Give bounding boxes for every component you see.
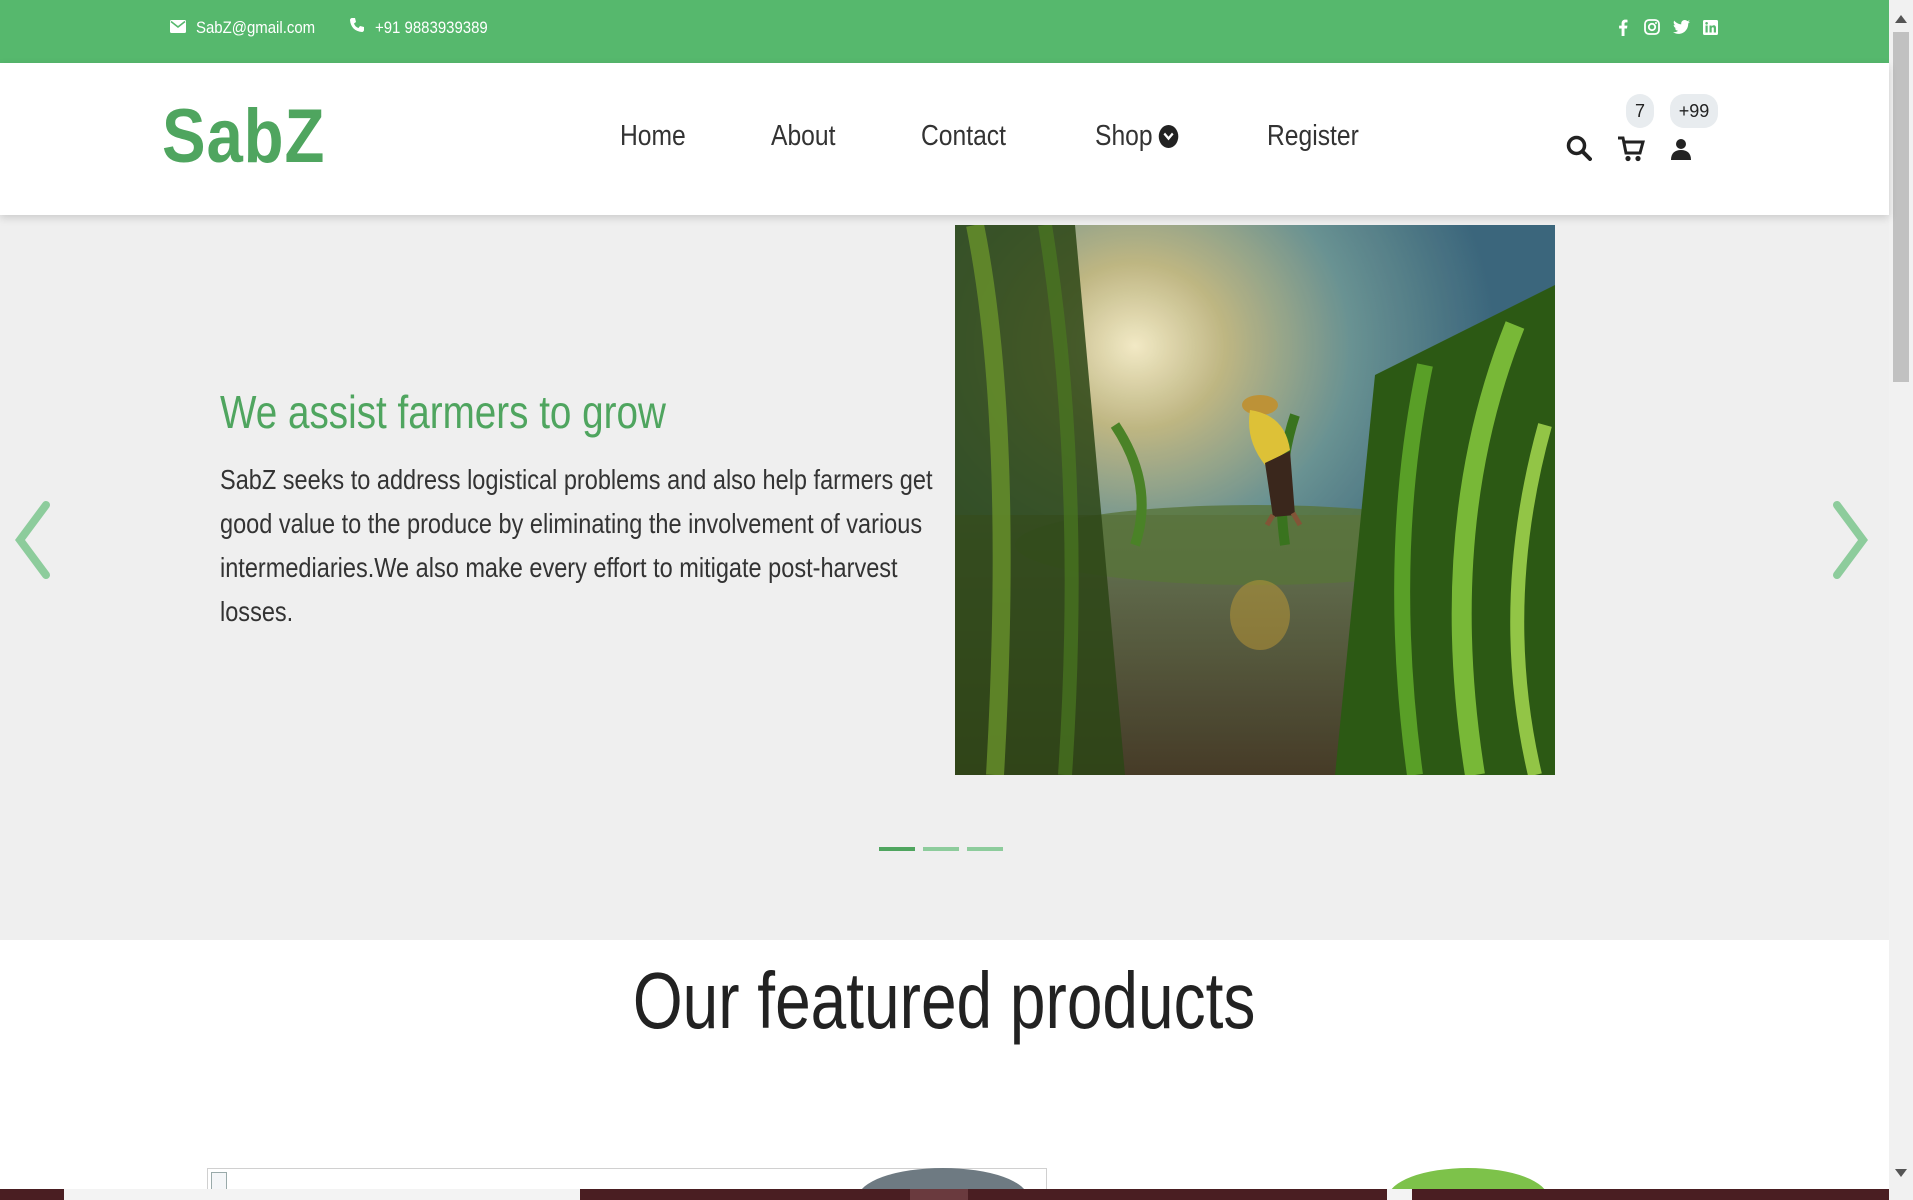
strip-segment — [64, 1189, 580, 1200]
nav-register-label: Register — [1266, 120, 1359, 152]
instagram-icon[interactable] — [1643, 18, 1661, 36]
carousel-prev-arrow[interactable] — [8, 495, 58, 585]
nav-shop[interactable]: Shop — [1095, 120, 1179, 153]
cart-icon[interactable] — [1617, 135, 1645, 168]
social-links — [1603, 18, 1719, 36]
featured-products-heading: Our featured products — [0, 955, 1889, 1047]
nav-about[interactable]: About — [771, 120, 835, 153]
nav-home-label: Home — [620, 120, 686, 152]
hero-carousel: We assist farmers to grow SabZ seeks to … — [0, 215, 1889, 940]
chevron-down-icon[interactable] — [1158, 125, 1179, 148]
search-icon[interactable] — [1566, 135, 1592, 166]
site-logo[interactable]: SabZ — [162, 93, 325, 180]
nav-shop-label: Shop — [1095, 120, 1153, 152]
strip-segment — [1387, 1189, 1412, 1200]
carousel-next-arrow[interactable] — [1825, 495, 1875, 585]
linkedin-icon[interactable] — [1701, 18, 1719, 36]
carousel-indicators — [879, 847, 1011, 851]
bottom-section-strip — [0, 1189, 1889, 1200]
hero-image — [955, 225, 1555, 775]
scrollbar-thumb[interactable] — [1893, 32, 1909, 382]
carousel-indicator-1[interactable] — [879, 847, 915, 851]
email-text: SabZ@gmail.com — [196, 17, 316, 37]
scroll-up-icon[interactable] — [1895, 10, 1907, 28]
scroll-down-icon[interactable] — [1895, 1164, 1907, 1182]
strip-segment — [910, 1189, 968, 1200]
page-scrollbar[interactable] — [1889, 0, 1913, 1200]
nav-home[interactable]: Home — [620, 120, 686, 153]
carousel-indicator-2[interactable] — [923, 847, 959, 851]
phone-contact[interactable]: +91 9883939389 — [349, 17, 503, 38]
user-icon[interactable] — [1670, 137, 1692, 166]
phone-text: +91 9883939389 — [375, 17, 489, 37]
facebook-icon[interactable] — [1614, 18, 1632, 36]
email-contact[interactable]: SabZ@gmail.com — [170, 18, 331, 38]
featured-products-title: Our featured products — [633, 956, 1256, 1045]
nav-contact-label: Contact — [921, 120, 1007, 152]
envelope-icon — [170, 18, 196, 38]
main-navbar: SabZ Home About Contact Shop Register 7 … — [0, 63, 1889, 215]
nav-contact[interactable]: Contact — [921, 120, 1006, 153]
nav-about-label: About — [771, 120, 836, 152]
hero-description: SabZ seeks to address logistical problem… — [220, 464, 933, 627]
cart-count-badge: 7 — [1626, 94, 1654, 128]
carousel-indicator-3[interactable] — [967, 847, 1003, 851]
user-notification-badge: +99 — [1670, 94, 1718, 128]
phone-icon — [349, 17, 375, 38]
nav-action-icons: 7 +99 — [1560, 93, 1720, 193]
hero-title: We assist farmers to grow — [220, 386, 666, 438]
broken-image-icon — [211, 1172, 227, 1190]
contact-info: SabZ@gmail.com +91 9883939389 — [170, 17, 521, 38]
nav-menu: Home About Contact Shop Register — [620, 120, 1449, 153]
top-contact-bar: SabZ@gmail.com +91 9883939389 — [0, 0, 1889, 63]
nav-register[interactable]: Register — [1267, 120, 1359, 153]
twitter-icon[interactable] — [1672, 18, 1690, 36]
